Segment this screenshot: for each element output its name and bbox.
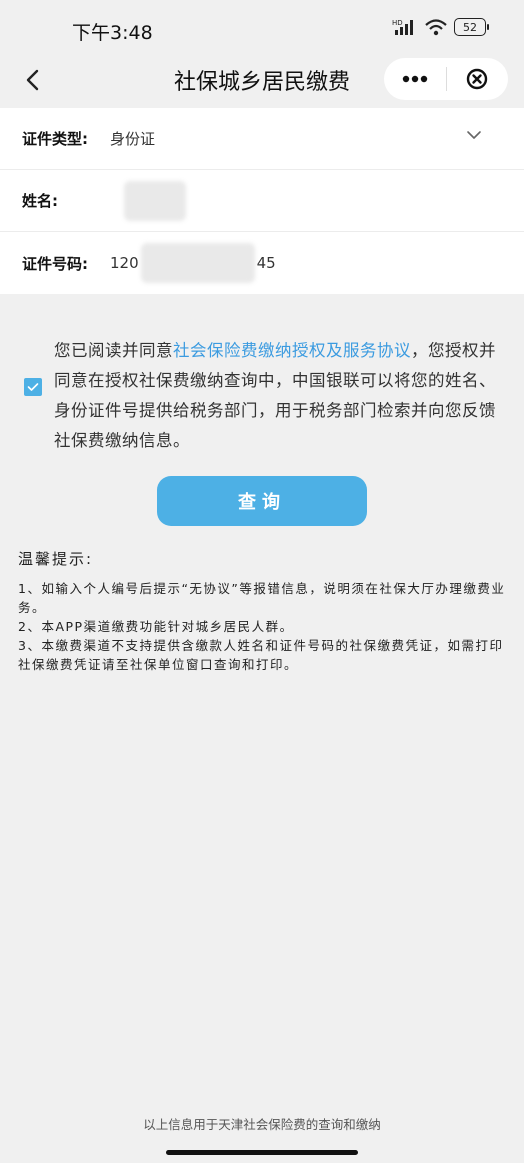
agreement: 您已阅读并同意社会保险费缴纳授权及服务协议，您授权并同意在授权社保费缴纳查询中，…: [24, 336, 504, 456]
close-button[interactable]: [447, 58, 509, 100]
battery-icon: 52: [454, 18, 489, 36]
check-icon: [27, 383, 39, 391]
nav-bar: 社保城乡居民缴费: [0, 52, 524, 108]
name-redacted: [124, 180, 186, 221]
tips-item: 2、本APP渠道缴费功能针对城乡居民人群。: [18, 619, 294, 634]
status-bar: 下午3:48 HD 52: [0, 0, 524, 52]
name-label: 姓名:: [22, 192, 58, 210]
close-circle-icon: [467, 68, 488, 90]
tips-item: 1、如输入个人编号后提示“无协议”等报错信息，说明须在社保大厅办理缴费业务。: [18, 581, 506, 615]
footer-note: 以上信息用于天津社会保险费的查询和缴纳: [143, 1117, 381, 1132]
tips-item: 3、本缴费渠道不支持提供含缴款人姓名和证件号码的社保缴费凭证，如需打印社保缴费凭…: [18, 638, 504, 672]
status-icons: HD 52: [392, 18, 489, 36]
id-number-input[interactable]: 120 45: [110, 243, 276, 283]
mini-program-capsule: [384, 58, 508, 100]
svg-text:HD: HD: [392, 19, 403, 27]
signal-icon: HD: [392, 19, 413, 35]
agreement-text-before: 您已阅读并同意: [54, 341, 173, 360]
name-input[interactable]: [110, 180, 186, 221]
name-row: 姓名:: [0, 170, 524, 232]
id-type-label: 证件类型:: [22, 130, 88, 148]
id-number-suffix: 45: [256, 254, 276, 272]
agreement-text: 您已阅读并同意社会保险费缴纳授权及服务协议，您授权并同意在授权社保费缴纳查询中，…: [54, 336, 504, 456]
query-button[interactable]: 查询: [157, 476, 367, 526]
query-form: 证件类型: 身份证 姓名: 证件号码: 120 45: [0, 108, 524, 294]
id-number-prefix: 120: [110, 254, 139, 272]
more-button[interactable]: [384, 58, 446, 100]
battery-level: 52: [463, 20, 477, 34]
id-number-row: 证件号码: 120 45: [0, 232, 524, 294]
id-number-redacted: [140, 243, 255, 283]
home-indicator[interactable]: [166, 1150, 358, 1155]
wifi-icon: [425, 19, 447, 36]
more-icon: [402, 75, 427, 83]
tips-title: 温馨提示:: [18, 550, 94, 568]
agreement-checkbox[interactable]: [24, 378, 42, 396]
status-time: 下午3:48: [72, 22, 153, 44]
tips: 温馨提示: 1、如输入个人编号后提示“无协议”等报错信息，说明须在社保大厅办理缴…: [18, 548, 508, 674]
chevron-down-icon: [467, 131, 481, 139]
id-number-label: 证件号码:: [22, 254, 88, 273]
agreement-link[interactable]: 社会保险费缴纳授权及服务协议: [173, 341, 411, 360]
id-type-select[interactable]: 证件类型: 身份证: [0, 108, 524, 170]
id-type-value: 身份证: [110, 130, 156, 148]
